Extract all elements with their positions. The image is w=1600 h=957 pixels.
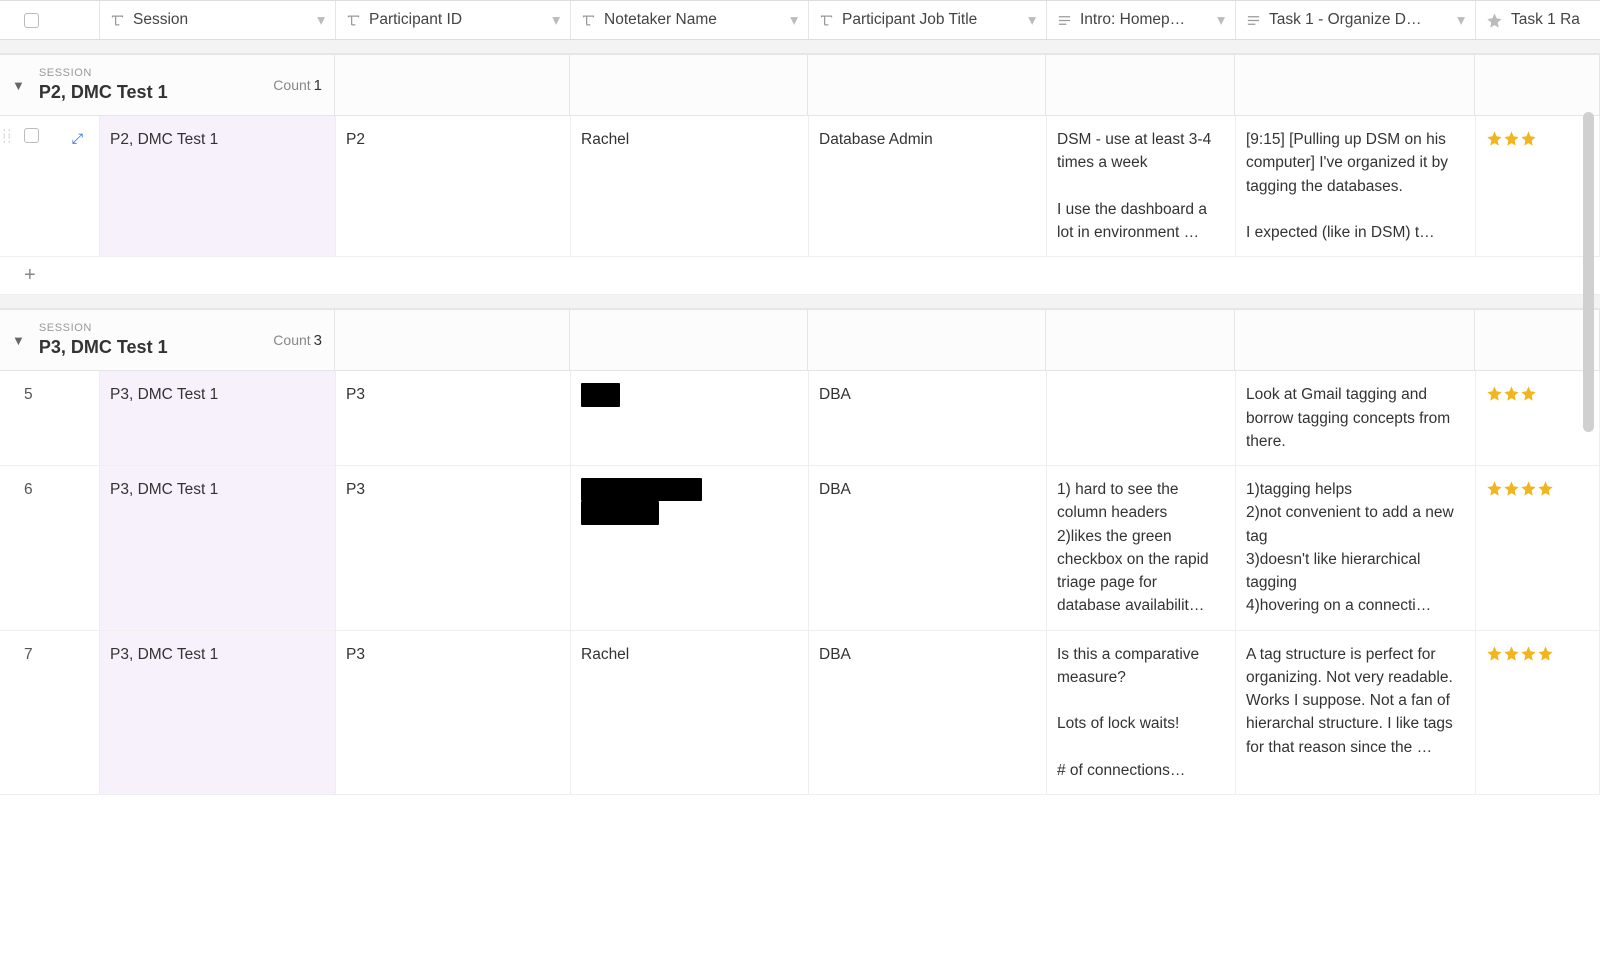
cell-rating[interactable] [1476,371,1600,465]
column-header-intro[interactable]: Intro: Homep… ▾ [1047,1,1236,39]
cell-rating[interactable] [1476,116,1600,256]
group-header[interactable]: ▼ SESSION P2, DMC Test 1Count1 [0,54,1600,116]
group-separator [0,40,1600,54]
text-type-icon [819,13,834,28]
chevron-down-icon[interactable]: ▾ [790,11,798,30]
star-rating [1486,479,1554,499]
table-row[interactable]: 6P3, DMC Test 1P3xxxxxxx xxxxxxxxxxxxxxx… [0,466,1600,631]
group-count: Count3 [273,332,322,349]
star-rating [1486,644,1554,664]
cell-intro[interactable] [1047,371,1236,465]
cell-participant-id[interactable]: P3 [336,466,571,630]
column-label: Participant ID [369,11,546,29]
cell-rating[interactable] [1476,631,1600,795]
vertical-scrollbar[interactable] [1583,112,1594,432]
column-label: Task 1 Ra [1511,11,1590,29]
cell-notetaker[interactable]: Rachel [571,116,809,256]
column-header-job-title[interactable]: Participant Job Title ▾ [809,1,1047,39]
select-all-column[interactable] [0,1,100,39]
row-checkbox[interactable] [24,128,39,143]
row-number: 6 [24,478,33,501]
column-label: Intro: Homep… [1080,11,1211,29]
column-header-task1[interactable]: Task 1 - Organize D… ▾ [1236,1,1476,39]
cell-intro[interactable]: DSM - use at least 3-4 times a week I us… [1047,116,1236,256]
add-row-button[interactable]: + [0,257,1600,295]
row-handle-cell[interactable]: ∷∷ ⤢ [0,116,100,256]
table-row[interactable]: 7 P3, DMC Test 1P3RachelDBAIs this a comp… [0,631,1600,796]
group-collapse-caret[interactable]: ▼ [12,78,25,93]
cell-intro[interactable]: Is this a comparative measure? Lots of l… [1047,631,1236,795]
expand-record-icon[interactable]: ⤢ [72,128,83,149]
cell-task1[interactable]: 1)tagging helps 2)not convenient to add … [1236,466,1476,630]
column-header-participant-id[interactable]: Participant ID ▾ [336,1,571,39]
cell-task1[interactable]: Look at Gmail tagging and borrow tagging… [1236,371,1476,465]
group-header[interactable]: ▼ SESSION P3, DMC Test 1Count3 [0,309,1600,371]
group-value: P2, DMC Test 1 [39,82,273,103]
chevron-down-icon[interactable]: ▾ [317,11,325,30]
cell-session[interactable]: P2, DMC Test 1 [100,116,336,256]
row-handle-cell[interactable]: 7 [0,631,100,795]
chevron-down-icon[interactable]: ▾ [1457,11,1465,30]
column-header-row: Session ▾ Participant ID ▾ Notetaker Nam… [0,0,1600,40]
longtext-type-icon [1246,13,1261,28]
chevron-down-icon[interactable]: ▾ [552,11,560,30]
text-type-icon [581,13,596,28]
column-header-session[interactable]: Session ▾ [100,1,336,39]
cell-job-title[interactable]: Database Admin [809,116,1047,256]
star-type-icon [1486,12,1503,29]
redacted-text: xxxxxxxxxx [581,501,659,524]
row-handle-cell[interactable]: 6 [0,466,100,630]
cell-task1[interactable]: A tag structure is perfect for organizin… [1236,631,1476,795]
longtext-type-icon [1057,13,1072,28]
cell-participant-id[interactable]: P2 [336,116,571,256]
cell-notetaker[interactable]: xxxxx [571,371,809,465]
cell-session[interactable]: P3, DMC Test 1 [100,371,336,465]
star-rating [1486,129,1537,149]
drag-handle-icon[interactable]: ∷∷ [3,130,12,144]
cell-session[interactable]: P3, DMC Test 1 [100,631,336,795]
redacted-text: xxxxxxx xxxxxxxx [581,478,702,501]
group-value: P3, DMC Test 1 [39,337,273,358]
spreadsheet-grid: Session ▾ Participant ID ▾ Notetaker Nam… [0,0,1600,957]
chevron-down-icon[interactable]: ▾ [1217,11,1225,30]
cell-participant-id[interactable]: P3 [336,631,571,795]
group-key-label: SESSION [39,322,273,334]
cell-notetaker[interactable]: Rachel [571,631,809,795]
cell-task1[interactable]: [9:15] [Pulling up DSM on his computer] … [1236,116,1476,256]
row-handle-cell[interactable]: 5 [0,371,100,465]
text-type-icon [346,13,361,28]
group-key-label: SESSION [39,67,273,79]
cell-notetaker[interactable]: xxxxxxx xxxxxxxxxxxxxxxxxx [571,466,809,630]
text-type-icon [110,13,125,28]
group-count: Count1 [273,77,322,94]
select-all-checkbox[interactable] [24,13,39,28]
group-separator [0,295,1600,309]
table-row[interactable]: ∷∷ ⤢ P2, DMC Test 1P2RachelDatabase AdminD… [0,116,1600,257]
column-header-notetaker[interactable]: Notetaker Name ▾ [571,1,809,39]
column-label: Notetaker Name [604,11,784,29]
cell-session[interactable]: P3, DMC Test 1 [100,466,336,630]
row-number: 5 [24,383,33,406]
redacted-text: xxxxx [581,383,620,406]
cell-participant-id[interactable]: P3 [336,371,571,465]
group-collapse-caret[interactable]: ▼ [12,333,25,348]
cell-rating[interactable] [1476,466,1600,630]
star-rating [1486,384,1537,404]
column-header-task1-rating[interactable]: Task 1 Ra [1476,1,1600,39]
cell-job-title[interactable]: DBA [809,631,1047,795]
column-label: Task 1 - Organize D… [1269,11,1451,29]
table-row[interactable]: 5 P3, DMC Test 1P3 xxxxx DBA Look at Gmail t… [0,371,1600,466]
cell-job-title[interactable]: DBA [809,371,1047,465]
cell-job-title[interactable]: DBA [809,466,1047,630]
cell-intro[interactable]: 1) hard to see the column headers 2)like… [1047,466,1236,630]
chevron-down-icon[interactable]: ▾ [1028,11,1036,30]
column-label: Session [133,11,311,29]
row-number: 7 [24,643,33,666]
column-label: Participant Job Title [842,11,1022,29]
